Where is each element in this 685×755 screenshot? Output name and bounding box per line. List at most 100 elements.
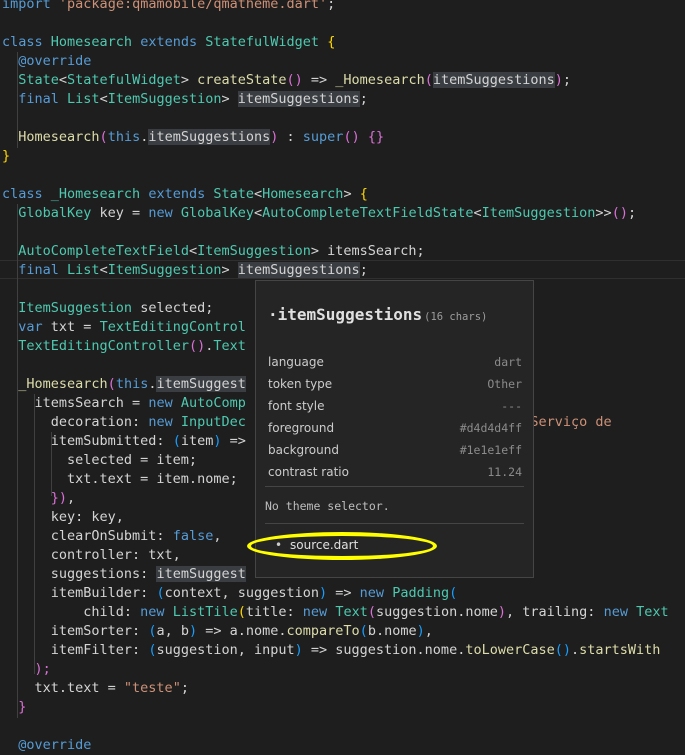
code-token: itemSorter: — [2, 623, 149, 639]
code-line[interactable]: itemSubmitted: (item) => — [2, 432, 246, 451]
code-token: : — [278, 129, 303, 145]
code-line[interactable]: key: key, — [2, 508, 124, 527]
prop-key: language — [268, 355, 324, 369]
code-token: this — [107, 129, 141, 145]
code-token: ); — [34, 661, 51, 677]
code-token: ( — [156, 585, 165, 601]
code-token: } — [18, 699, 27, 715]
code-line[interactable]: var txt = TextEditingControl — [2, 318, 246, 337]
code-token: GlobalKey — [180, 205, 255, 221]
code-line[interactable]: child: new ListTile(title: new Text(sugg… — [2, 603, 668, 622]
code-token: ListTile — [172, 604, 238, 620]
code-token: ItemSuggestion — [107, 262, 222, 278]
prop-key: background — [268, 443, 339, 457]
code-token: new — [148, 414, 173, 430]
code-token: Text — [213, 338, 246, 354]
prop-language: language dart — [268, 352, 522, 372]
code-line[interactable]: State<StatefulWidget> createState() => _… — [2, 71, 571, 90]
code-token: @override — [18, 737, 92, 753]
code-line[interactable]: } — [2, 147, 10, 166]
code-line[interactable]: AutoCompleteTextField<ItemSuggestion> it… — [2, 242, 424, 261]
code-token: ; — [359, 262, 368, 278]
code-token: ; — [627, 205, 637, 221]
code-line[interactable]: txt.text = item.nome; — [2, 470, 238, 489]
code-token: var — [18, 319, 43, 335]
code-line[interactable]: controller: txt, — [2, 546, 181, 565]
code-token: Homesearch — [18, 129, 100, 145]
code-line[interactable]: _Homesearch(this.itemSuggest — [2, 375, 246, 394]
code-token: new — [148, 395, 173, 411]
code-line[interactable]: class Homesearch extends StatefulWidget … — [2, 33, 335, 52]
code-token: class — [2, 186, 43, 202]
prop-value: Other — [487, 377, 522, 391]
code-token: StatefulWidget — [67, 72, 181, 88]
code-line[interactable]: txt.text = "teste"; — [2, 679, 189, 698]
code-token: ( — [367, 604, 376, 620]
code-line[interactable]: ItemSuggestion selected; — [2, 299, 213, 318]
code-line[interactable]: final List<ItemSuggestion> itemSuggestio… — [2, 90, 368, 109]
code-token: _Homesearch — [18, 376, 108, 392]
code-line[interactable]: import 'package:qmamobile/qmatheme.dart'… — [2, 0, 335, 14]
code-token: => a.nome. — [197, 623, 287, 639]
code-token: { — [359, 186, 368, 202]
code-line[interactable]: ); — [2, 660, 51, 679]
code-token: suggestion, input — [156, 642, 295, 658]
code-line[interactable]: selected = item; — [2, 451, 197, 470]
code-line[interactable]: itemBuilder: (context, suggestion) => ne… — [2, 584, 457, 603]
code-line[interactable]: suggestions: itemSuggest — [2, 565, 246, 584]
code-line[interactable]: } — [2, 698, 26, 717]
code-token: compareTo — [286, 623, 360, 639]
code-line[interactable]: TextEditingController().Text — [2, 337, 246, 356]
code-token: itemSuggestions — [148, 129, 271, 145]
code-token: => — [327, 585, 360, 601]
code-token: toLowerCase — [465, 642, 555, 658]
code-token: ( — [237, 604, 246, 620]
code-line[interactable]: }), — [2, 489, 75, 508]
code-token: extends — [140, 34, 198, 50]
code-token: itemFilter: — [2, 642, 149, 658]
code-token: selected; — [132, 300, 214, 316]
code-line[interactable]: final List<ItemSuggestion> itemSuggestio… — [2, 261, 368, 280]
code-token: List — [67, 91, 100, 107]
code-token: new — [603, 604, 628, 620]
code-token: . — [571, 642, 580, 658]
code-token: ( — [172, 433, 181, 449]
code-token: GlobalKey — [18, 205, 92, 221]
code-token: ) — [188, 623, 198, 639]
code-token: , — [67, 490, 76, 506]
code-line[interactable]: @override — [2, 736, 91, 755]
code-token: new — [148, 205, 173, 221]
code-line[interactable]: Homesearch(this.itemSuggestions) : super… — [2, 128, 384, 147]
code-line[interactable]: @override — [2, 52, 91, 71]
code-token: {} — [367, 129, 385, 145]
code-token: AutoComp — [180, 395, 246, 411]
code-line[interactable]: itemFilter: (suggestion, input) => sugge… — [2, 641, 661, 660]
code-token: controller: txt, — [2, 547, 181, 563]
code-line[interactable]: itemsSearch = new AutoComp — [2, 394, 246, 413]
code-token: TextEditingControl — [99, 319, 246, 335]
prop-value: #d4d4d4ff — [459, 421, 522, 435]
code-token: itemSuggest — [156, 376, 246, 392]
code-line[interactable]: class _Homesearch extends State<Homesear… — [2, 185, 368, 204]
code-token: ItemSuggestion — [18, 300, 133, 316]
code-token: clearOnSubmit: — [2, 528, 173, 544]
code-token: false — [172, 528, 214, 544]
code-token: , — [424, 623, 433, 639]
code-line[interactable]: GlobalKey key = new GlobalKey<AutoComple… — [2, 204, 636, 223]
code-line[interactable]: clearOnSubmit: false, — [2, 527, 222, 546]
prop-contrast-ratio: contrast ratio 11.24 — [268, 462, 522, 482]
code-token: { — [327, 34, 336, 50]
code-line[interactable]: itemSorter: (a, b) => a.nome.compareTo(b… — [2, 622, 433, 641]
